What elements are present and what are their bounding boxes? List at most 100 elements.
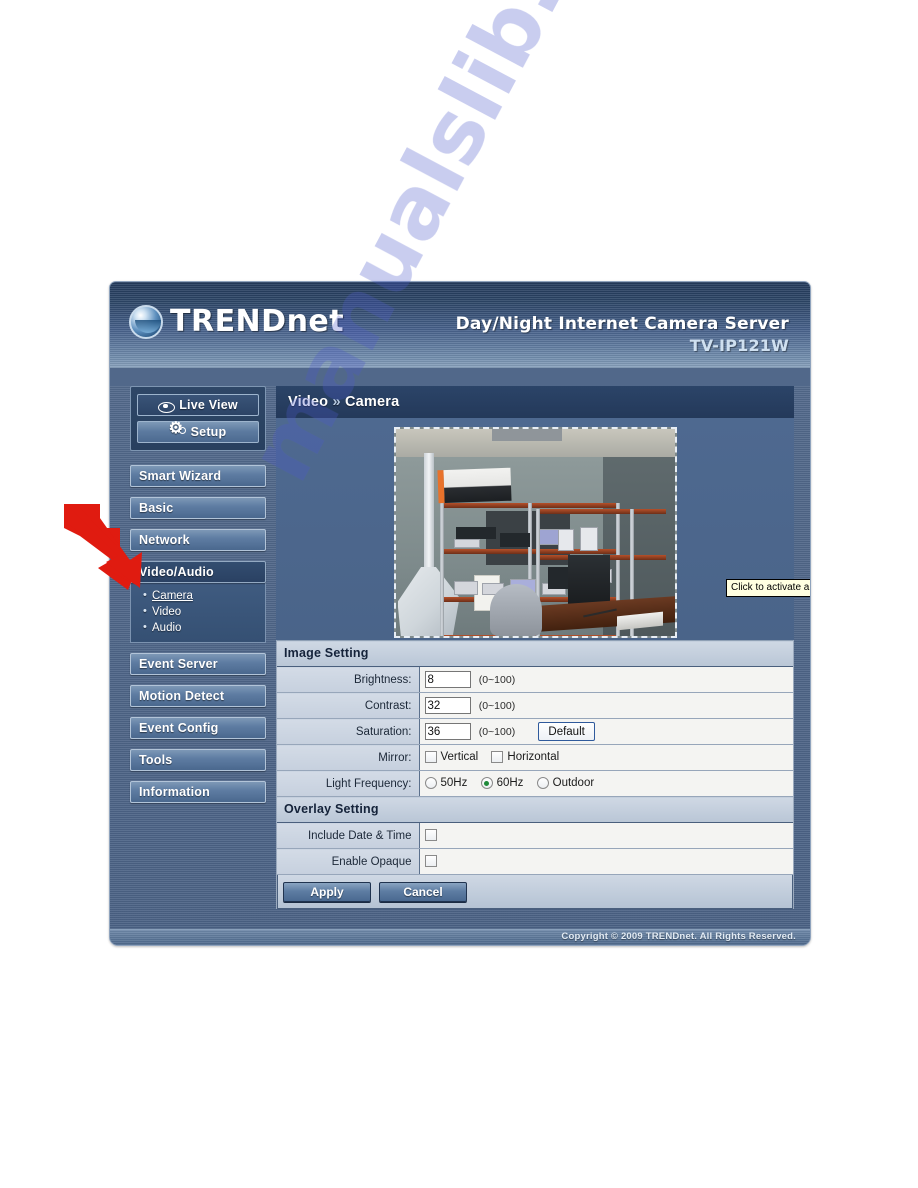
submenu-item-audio[interactable]: Audio (143, 619, 265, 636)
submenu-item-label: Video (152, 606, 182, 618)
brand-header: TRENDnet Day/Night Internet Camera Serve… (110, 282, 810, 368)
mirror-label: Mirror: (277, 744, 420, 771)
table-row-enable-opaque: Enable Opaque (277, 848, 793, 875)
product-title-block: Day/Night Internet Camera Server TV-IP12… (456, 314, 789, 356)
sidebar-nav: Smart Wizard Basic Network Video/Audio C… (130, 465, 266, 803)
trendnet-logo: TRENDnet (129, 304, 344, 339)
light-frequency-outdoor-radio[interactable] (536, 777, 549, 790)
table-row-include-date-time: Include Date & Time (277, 822, 793, 849)
form-action-bar: Apply Cancel (277, 875, 793, 909)
cancel-button[interactable]: Cancel (379, 881, 467, 902)
sidebar: Live View Setup Smart Wizard Basic (130, 386, 266, 813)
sidebar-item-event-server[interactable]: Event Server (130, 653, 266, 675)
contrast-range-hint: (0~100) (478, 699, 516, 712)
sidebar-item-label: Basic (139, 501, 174, 515)
table-row-saturation: Saturation: (0~100) Default (277, 718, 793, 745)
submenu-item-camera[interactable]: Camera (143, 587, 265, 604)
section-title-overlay-setting: Overlay Setting (277, 796, 793, 823)
brand-wordmark: TRENDnet (170, 304, 344, 339)
product-model: TV-IP121W (689, 336, 789, 355)
content-pane: Video » Camera Click to activate a Image… (276, 386, 810, 909)
settings-table: Image Setting Brightness: (0~100) C (277, 640, 793, 875)
screenshot-page: TRENDnet Day/Night Internet Camera Serve… (0, 0, 918, 1188)
product-name: Day/Night Internet Camera Server (455, 314, 789, 334)
mirror-vertical-checkbox[interactable] (424, 751, 437, 764)
trendnet-orb-icon (129, 304, 163, 339)
light-frequency-50hz-label: 50Hz (440, 777, 468, 790)
sidebar-item-label: Tools (139, 753, 173, 767)
light-frequency-outdoor-label: Outdoor (552, 777, 595, 790)
mirror-vertical-label: Vertical (440, 751, 479, 764)
section-row-image-setting: Image Setting (277, 640, 793, 667)
contrast-label: Contrast: (277, 692, 420, 719)
setup-label: Setup (190, 425, 227, 439)
live-view-label: Live View (179, 398, 238, 412)
section-row-overlay-setting: Overlay Setting (277, 796, 793, 823)
mode-switcher: Live View Setup (130, 386, 266, 451)
live-video-stream[interactable] (393, 427, 677, 638)
table-row-mirror: Mirror: Vertical Horizontal (277, 744, 793, 771)
settings-form: Image Setting Brightness: (0~100) C (276, 640, 794, 909)
include-date-time-checkbox[interactable] (424, 829, 437, 842)
apply-button[interactable]: Apply (283, 881, 371, 902)
page-title-primary: Video (288, 394, 329, 410)
brightness-label: Brightness: (277, 666, 420, 693)
sidebar-item-basic[interactable]: Basic (130, 497, 266, 519)
sidebar-item-label: Motion Detect (139, 689, 225, 703)
table-row-light-frequency: Light Frequency: 50Hz 60Hz Outdoor (277, 770, 793, 797)
saturation-input[interactable] (424, 723, 471, 740)
submenu-item-label: Camera (152, 590, 193, 602)
sidebar-item-label: Event Server (139, 657, 218, 671)
sidebar-item-label: Event Config (139, 721, 219, 735)
include-date-time-label: Include Date & Time (277, 822, 420, 849)
footer-bar: Copyright © 2009 TRENDnet. All Rights Re… (110, 929, 810, 945)
enable-opaque-label: Enable Opaque (277, 848, 420, 875)
mirror-horizontal-label: Horizontal (507, 751, 560, 764)
sidebar-item-event-config[interactable]: Event Config (130, 717, 266, 739)
ui-body: Live View Setup Smart Wizard Basic (110, 386, 810, 931)
copyright-text: Copyright © 2009 TRENDnet. All Rights Re… (561, 931, 796, 942)
gear-icon (169, 421, 186, 439)
camera-web-ui-window: TRENDnet Day/Night Internet Camera Serve… (109, 281, 811, 946)
sidebar-item-smart-wizard[interactable]: Smart Wizard (130, 465, 266, 487)
brightness-cell: (0~100) (419, 666, 793, 693)
contrast-cell: (0~100) (419, 692, 793, 719)
brightness-input[interactable] (424, 671, 471, 688)
mirror-cell: Vertical Horizontal (419, 744, 793, 771)
enable-opaque-cell (419, 848, 793, 875)
setup-button[interactable]: Setup (137, 421, 259, 443)
live-view-button[interactable]: Live View (137, 394, 259, 416)
saturation-range-hint: (0~100) (478, 725, 516, 738)
sidebar-item-video-audio[interactable]: Video/Audio (130, 561, 266, 583)
table-row-brightness: Brightness: (0~100) (277, 666, 793, 693)
submenu-item-video[interactable]: Video (143, 603, 265, 620)
default-button[interactable]: Default (538, 722, 595, 741)
enable-opaque-checkbox[interactable] (424, 855, 437, 868)
brand-wordmark-upper: TREND (170, 304, 287, 339)
sidebar-item-information[interactable]: Information (130, 781, 266, 803)
contrast-input[interactable] (424, 697, 471, 714)
saturation-label: Saturation: (277, 718, 420, 745)
sidebar-item-label: Network (139, 533, 190, 547)
include-date-time-cell (419, 822, 793, 849)
mirror-horizontal-checkbox[interactable] (491, 751, 504, 764)
page-title-secondary: Camera (344, 394, 400, 410)
brightness-range-hint: (0~100) (478, 673, 516, 686)
sidebar-item-network[interactable]: Network (130, 529, 266, 551)
video-preview-area: Click to activate and use this control (276, 418, 810, 640)
light-frequency-cell: 50Hz 60Hz Outdoor (419, 770, 793, 797)
sidebar-item-label: Information (139, 785, 210, 799)
sidebar-item-label: Smart Wizard (139, 469, 222, 483)
light-frequency-label: Light Frequency: (277, 770, 420, 797)
brand-wordmark-lower: net (286, 304, 345, 339)
light-frequency-50hz-radio[interactable] (424, 777, 437, 790)
camera-scene-image (395, 429, 675, 636)
sidebar-item-motion-detect[interactable]: Motion Detect (130, 685, 266, 707)
sidebar-item-tools[interactable]: Tools (130, 749, 266, 771)
submenu-item-label: Audio (152, 622, 182, 634)
breadcrumb-separator: » (332, 394, 341, 410)
light-frequency-60hz-radio[interactable] (480, 777, 493, 790)
activex-tooltip: Click to activate and use this control (726, 579, 810, 597)
saturation-cell: (0~100) Default (419, 718, 793, 745)
page-title: Video » Camera (276, 386, 794, 418)
